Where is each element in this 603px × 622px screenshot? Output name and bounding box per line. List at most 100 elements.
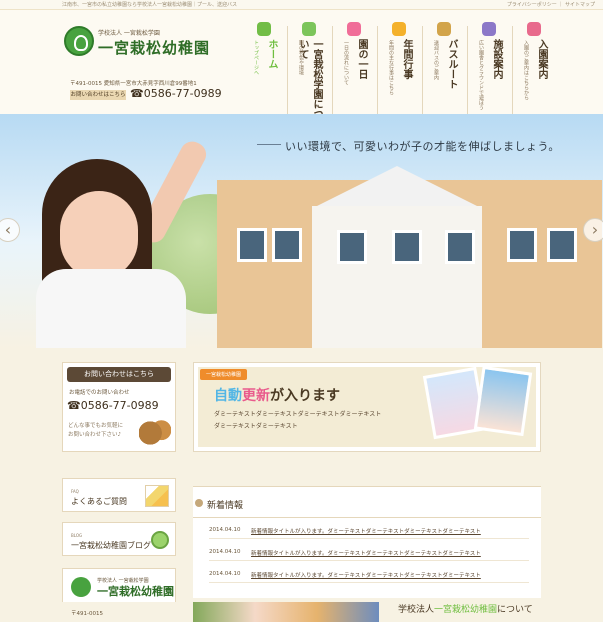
news-row[interactable]: 2014.04.10 新着情報タイトルが入ります。ダミーテキストダミーテキストダ… <box>209 525 529 539</box>
inquiry-phone[interactable]: ☎0586-77-0989 <box>67 399 159 412</box>
nav-day-sub: 一日の流れについて <box>343 40 349 85</box>
about-title-b: 一宮栽松幼稚園 <box>434 605 498 615</box>
school-logo-icon <box>71 577 91 597</box>
nav-facility-title: 施設案内 <box>491 39 502 79</box>
nav-item-bus[interactable]: バスルート 送迎バスのご案内 <box>423 20 467 122</box>
building-window <box>507 228 537 262</box>
auto-update-banner[interactable]: 一宮栽松幼稚園 自動更新が入ります ダミーテキストダミーテキストダミーテキストダ… <box>193 362 541 452</box>
banner-headline-b: 更新 <box>242 388 270 404</box>
news-date: 2014.04.10 <box>209 549 241 555</box>
news-section: 新着情報 2014.04.10 新着情報タイトルが入ります。ダミーテキストダミー… <box>193 486 541 598</box>
flag-icon <box>482 22 496 36</box>
inquiry-title: お問い合わせはこちら <box>67 367 171 382</box>
news-rule <box>193 517 541 518</box>
banner-ribbon: 一宮栽松幼稚園 <box>200 369 248 380</box>
clock-icon <box>347 22 361 36</box>
banner-headline: 自動更新が入ります <box>214 385 340 405</box>
slider-next-button[interactable]: › <box>583 218 603 242</box>
banner-text: ダミーテキストダミーテキストダミーテキストダミーテキスト ダミーテキストダミーテ… <box>214 411 382 430</box>
nav-item-facility[interactable]: 施設案内 広い園舎とグラウンドで遊ぼう <box>468 20 512 122</box>
home-icon <box>257 22 271 36</box>
nav-bus-title: バスルート <box>446 39 457 89</box>
nav-item-admission[interactable]: 入園案内 入園のご案内はこちらから <box>513 20 557 122</box>
hero-building-image <box>217 166 602 348</box>
hero-copy: いい環境で、可愛いわが子の才能を伸ばしましょう。 <box>257 140 560 153</box>
building-center <box>312 206 482 348</box>
sidebar-school-card: 学校法人 一宮栽松学園 一宮栽松幼稚園 〒491-0015 <box>62 568 176 617</box>
news-row[interactable]: 2014.04.10 新着情報タイトルが入ります。ダミーテキストダミーテキストダ… <box>209 547 529 561</box>
news-link[interactable]: 新着情報タイトルが入ります。ダミーテキストダミーテキストダミーテキストダミーテキ… <box>251 549 481 557</box>
inquiry-card[interactable]: お問い合わせはこちら お電話でのお問い合わせ ☎0586-77-0989 どんな… <box>62 362 176 452</box>
hero-child-body <box>36 269 186 348</box>
inquiry-subtitle: お電話でのお問い合わせ <box>69 390 130 396</box>
slider-prev-button[interactable]: ‹ <box>0 218 20 242</box>
news-title: 新着情報 <box>194 498 243 511</box>
building-window <box>445 230 475 264</box>
banner-headline-a: 自動 <box>214 388 242 404</box>
header-phone[interactable]: ☎0586-77-0989 <box>130 87 222 100</box>
nav-events-title: 年間行事 <box>401 39 412 79</box>
site-tagline: 江南市、一宮市の私立幼稚園なら学校法人一宮栽松幼稚園｜プール、送迎バス <box>62 2 238 8</box>
site-logo[interactable]: 学校法人 一宮栽松学園 一宮栽松幼稚園 <box>64 24 214 66</box>
news-link[interactable]: 新着情報タイトルが入ります。ダミーテキストダミーテキストダミーテキストダミーテキ… <box>251 527 481 535</box>
banner-headline-c: が入ります <box>270 388 340 404</box>
logo-org-small: 学校法人 一宮栽松学園 <box>98 30 160 37</box>
news-link[interactable]: 新着情報タイトルが入ります。ダミーテキストダミーテキストダミーテキストダミーテキ… <box>251 571 481 579</box>
nav-facility-sub: 広い園舎とグラウンドで遊ぼう <box>478 40 484 110</box>
faq-link[interactable]: FAQ よくあるご質問 <box>62 478 176 512</box>
building-window <box>547 228 577 262</box>
faq-mini-label: FAQ <box>71 489 79 494</box>
hero-child-image <box>30 129 220 348</box>
faq-label: よくあるご質問 <box>71 497 127 506</box>
about-title-a: 学校法人 <box>398 605 435 615</box>
nav-about-title: 一宮栽松学園について <box>297 39 322 119</box>
sidebar: お問い合わせはこちら お電話でのお問い合わせ ☎0586-77-0989 どんな… <box>62 362 176 617</box>
nav-admission-sub: 入園のご案内はこちらから <box>523 40 529 100</box>
blog-link[interactable]: BLOG 一宮栽松幼稚園ブログ <box>62 522 176 556</box>
blog-label: 一宮栽松幼稚園ブログ <box>71 541 151 550</box>
main-column: 一宮栽松幼稚園 自動更新が入ります ダミーテキストダミーテキストダミーテキストダ… <box>193 362 541 622</box>
about-title: 学校法人一宮栽松幼稚園について <box>398 602 533 615</box>
about-photo <box>193 602 379 622</box>
pencil-icon <box>145 485 169 507</box>
bus-icon <box>437 22 451 36</box>
nav-item-day[interactable]: 園の一日 一日の流れについて <box>333 20 377 122</box>
top-bar: 江南市、一宮市の私立幼稚園なら学校法人一宮栽松幼稚園｜プール、送迎バス プライバ… <box>0 0 603 10</box>
nav-events-sub: 年間の主な行事はこちら <box>388 40 394 95</box>
site-header: 学校法人 一宮栽松学園 一宮栽松幼稚園 〒491-0015 愛知県一宮市大赤見字… <box>0 10 603 119</box>
logo-icon <box>64 26 94 56</box>
nav-admission-title: 入園案内 <box>536 39 547 79</box>
nav-day-title: 園の一日 <box>356 39 367 79</box>
global-nav: ホーム トップページへ 一宮栽松学園について 園の特色や環境 園の一日 一日の流… <box>243 20 558 124</box>
nav-item-about[interactable]: 一宮栽松学園について 園の特色や環境 <box>288 20 332 122</box>
calendar-icon <box>392 22 406 36</box>
building-window <box>272 228 302 262</box>
building-window <box>237 228 267 262</box>
page-content: お問い合わせはこちら お電話でのお問い合わせ ☎0586-77-0989 どんな… <box>0 348 603 622</box>
news-date: 2014.04.10 <box>209 527 241 533</box>
header-contact-label[interactable]: お問い合わせはこちら <box>70 90 126 100</box>
about-section: 学校法人一宮栽松幼稚園について <box>193 602 541 622</box>
building-roof <box>317 166 477 206</box>
about-icon <box>302 22 316 36</box>
building-window <box>392 230 422 264</box>
banner-photo-child <box>473 365 533 437</box>
nav-about-sub: 園の特色や環境 <box>298 40 304 75</box>
news-row[interactable]: 2014.04.10 新着情報タイトルが入ります。ダミーテキストダミーテキストダ… <box>209 569 529 583</box>
squirrel-illustration <box>139 419 171 447</box>
nav-item-events[interactable]: 年間行事 年間の主な行事はこちら <box>378 20 422 122</box>
building-window <box>337 230 367 264</box>
document-icon <box>527 22 541 36</box>
utility-links[interactable]: プライバシーポリシー ｜ サイトマップ <box>507 1 595 8</box>
school-name: 一宮栽松幼稚園 <box>97 585 174 598</box>
hero-child-face <box>60 191 138 279</box>
school-zip: 〒491-0015 <box>71 611 103 617</box>
header-address: 〒491-0015 愛知県一宮市大赤見字西川倉99番地1 <box>70 81 197 87</box>
logo-org-name: 一宮栽松幼稚園 <box>98 39 211 57</box>
news-date: 2014.04.10 <box>209 571 241 577</box>
nav-item-home[interactable]: ホーム トップページへ <box>243 20 287 122</box>
inquiry-note: どんな事でもお気軽に お問い合わせ下さい♪ <box>68 423 124 438</box>
about-title-c: について <box>497 605 533 615</box>
hero-slider: いい環境で、可愛いわが子の才能を伸ばしましょう。 ‹ › <box>0 114 603 348</box>
nav-home-title: ホーム <box>266 39 277 69</box>
